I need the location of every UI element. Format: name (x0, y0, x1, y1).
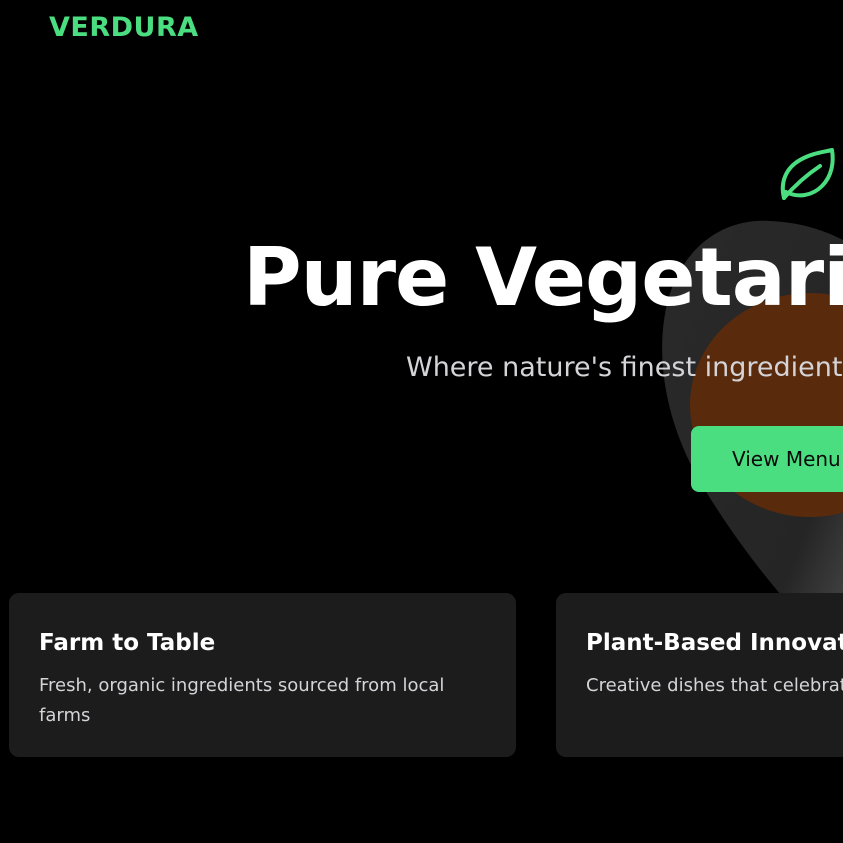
feature-card-title: Farm to Table (39, 630, 216, 656)
feature-card-title: Plant-Based Innovation (586, 630, 843, 656)
feature-card: Farm to Table Fresh, organic ingredients… (9, 593, 516, 757)
view-menu-button[interactable]: View Menu (691, 426, 843, 492)
leaf-icon (780, 148, 835, 200)
hero-title: Pure Vegetarian (243, 231, 843, 324)
hero-subtitle: Where nature's finest ingredients (406, 352, 843, 383)
feature-card-description: Fresh, organic ingredients sourced from … (39, 675, 445, 726)
brand-logo[interactable]: VERDURA (49, 10, 199, 46)
feature-card: Plant-Based Innovation Creative dishes t… (556, 593, 843, 757)
landing-page: VERDURA Pure Vegetarian Where nature's f… (0, 0, 843, 843)
feature-card-description: Creative dishes that celebrate (586, 675, 843, 696)
